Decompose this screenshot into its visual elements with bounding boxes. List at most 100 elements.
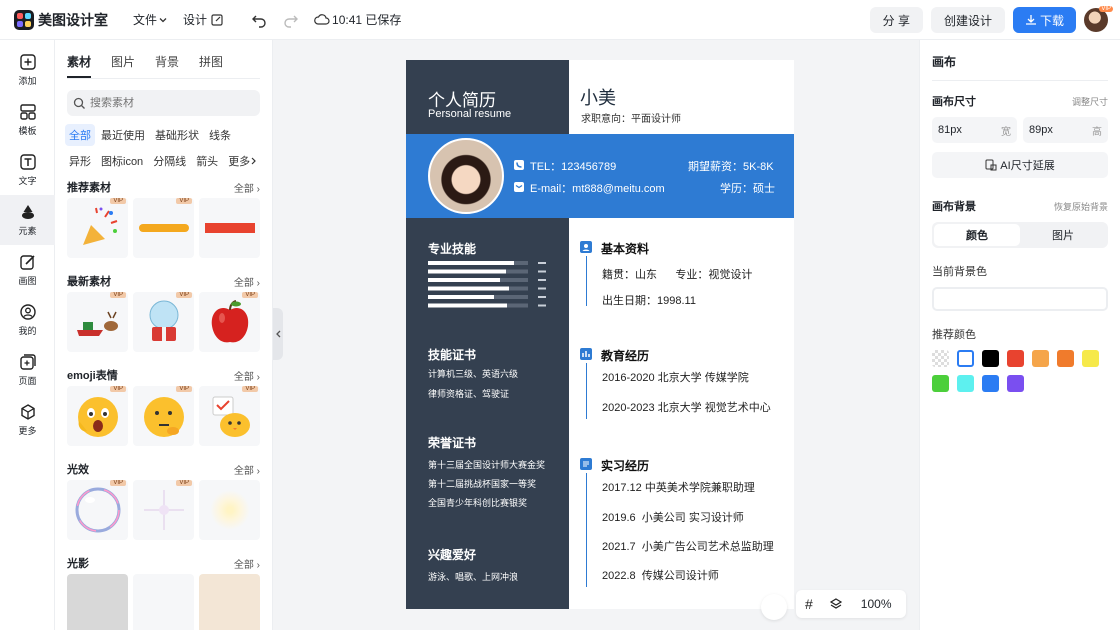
see-all-link[interactable]: 全部 › xyxy=(234,462,260,477)
asset-shadow-3[interactable] xyxy=(199,574,260,630)
see-all-link[interactable]: 全部 › xyxy=(234,556,260,571)
chip-basic-shapes[interactable]: 基础形状 xyxy=(151,124,203,146)
user-avatar[interactable]: VIP xyxy=(1084,6,1113,32)
resume-salary: 期望薪资：5K-8K xyxy=(688,161,774,173)
reset-bg-link[interactable]: 恢复原始背景 xyxy=(1054,200,1108,213)
tab-collage[interactable]: 拼图 xyxy=(199,53,223,78)
asset-emoji-shocked[interactable]: VIP xyxy=(67,386,128,446)
properties-panel: 画布 画布尺寸 调整尺寸 81px 宽 89px 高 AI尺寸延展 画布背景 恢… xyxy=(919,40,1120,630)
rail-item-mine[interactable]: 我的 xyxy=(0,295,55,345)
basic-title: 基本资料 xyxy=(601,242,650,256)
rail-item-add[interactable]: 添加 xyxy=(0,45,55,95)
rail-item-more[interactable]: 更多 xyxy=(0,395,55,445)
edu-title: 教育经历 xyxy=(601,349,650,363)
rail-item-template[interactable]: 模板 xyxy=(0,95,55,145)
color-swatch[interactable] xyxy=(957,375,974,392)
color-swatch[interactable] xyxy=(1007,350,1024,367)
asset-shadow-1[interactable] xyxy=(67,574,128,630)
ai-extend-button[interactable]: AI尺寸延展 xyxy=(932,152,1108,178)
intern-line: 2021.7 小美广告公司艺术总监助理 xyxy=(602,541,774,553)
color-swatch[interactable] xyxy=(932,375,949,392)
design-menu[interactable]: 设计 xyxy=(183,11,224,28)
canvas-bg-label: 画布背景 xyxy=(932,201,976,213)
asset-reindeer-sleigh[interactable]: VIP xyxy=(67,292,128,352)
rail-item-draw[interactable]: 画图 xyxy=(0,245,55,295)
see-all-label: 全部 xyxy=(233,371,254,383)
asset-yellow-stroke[interactable]: VIP xyxy=(133,198,194,258)
rail-item-text[interactable]: 文字 xyxy=(0,145,55,195)
color-swatch[interactable] xyxy=(982,375,999,392)
color-swatch[interactable] xyxy=(957,350,974,367)
height-field[interactable]: 89px 高 xyxy=(1023,117,1108,143)
asset-bubble[interactable]: VIP xyxy=(67,480,128,540)
chip-lines[interactable]: 线条 xyxy=(205,124,235,146)
tab-materials[interactable]: 素材 xyxy=(67,53,92,78)
see-all-link[interactable]: 全部 › xyxy=(234,274,260,289)
chick-emoji-icon xyxy=(212,396,250,437)
asset-sparkle[interactable]: VIP xyxy=(133,480,194,540)
skill-tick xyxy=(538,304,546,307)
file-menu[interactable]: 文件 xyxy=(133,11,169,28)
chip-irregular[interactable]: 异形 xyxy=(65,150,95,172)
asset-apple[interactable]: VIP xyxy=(199,292,260,352)
search-box[interactable] xyxy=(67,90,260,116)
color-swatch[interactable] xyxy=(1057,350,1074,367)
hobby-line: 游泳、唱歌、上网冲浪 xyxy=(428,572,519,582)
chip-recent[interactable]: 最近使用 xyxy=(97,124,149,146)
skill-bar xyxy=(428,269,506,274)
rail-item-element[interactable]: 元素 xyxy=(0,195,55,245)
chevron-left-icon xyxy=(276,330,281,338)
resume-name: 小美 xyxy=(580,88,616,108)
tab-backgrounds[interactable]: 背景 xyxy=(155,53,179,78)
redo-icon[interactable] xyxy=(282,11,300,29)
download-button[interactable]: 下载 xyxy=(1012,7,1076,33)
grid-icon[interactable]: # xyxy=(805,596,813,612)
undo-icon[interactable] xyxy=(250,11,268,29)
rail-item-page[interactable]: 页面 xyxy=(0,345,55,395)
see-all-link[interactable]: 全部 › xyxy=(234,368,260,383)
resize-link[interactable]: 调整尺寸 xyxy=(1072,95,1108,108)
width-value: 81px xyxy=(938,124,962,136)
fab-circle[interactable] xyxy=(761,594,787,620)
left-rail: 添加 模板 文字 元素 画图 我的 页面 更多 xyxy=(0,40,55,630)
swatch-transparent[interactable] xyxy=(932,350,949,367)
width-field[interactable]: 81px 宽 xyxy=(932,117,1017,143)
see-all-link[interactable]: 全部 › xyxy=(234,180,260,195)
current-bg-label: 当前背景色 xyxy=(932,266,987,278)
vip-badge: VIP xyxy=(110,386,126,392)
layers-icon[interactable] xyxy=(829,597,843,611)
current-bg-swatch[interactable] xyxy=(932,287,1108,311)
asset-snow-globe[interactable]: VIP xyxy=(133,292,194,352)
bg-mode-color[interactable]: 颜色 xyxy=(934,224,1020,246)
collapse-panel-handle[interactable] xyxy=(273,308,283,360)
asset-red-bar[interactable] xyxy=(199,198,260,258)
edu-line: 2016-2020 北京大学 传媒学院 xyxy=(602,372,749,384)
design-canvas[interactable]: 个人简历 Personal resume 小美 求职意向：平面设计师 TEL：1… xyxy=(406,60,794,609)
color-swatch[interactable] xyxy=(1082,350,1099,367)
color-swatch[interactable] xyxy=(1007,375,1024,392)
color-swatch[interactable] xyxy=(1032,350,1049,367)
color-swatch[interactable] xyxy=(982,350,999,367)
user-icon xyxy=(19,304,36,320)
create-design-button[interactable]: 创建设计 xyxy=(930,7,1005,33)
asset-glow[interactable] xyxy=(199,480,260,540)
app-logo[interactable]: 美图设计室 xyxy=(14,9,108,30)
chip-icons[interactable]: 图标icon xyxy=(97,150,147,172)
canvas-size-label: 画布尺寸 xyxy=(932,96,976,108)
bg-mode-image[interactable]: 图片 xyxy=(1020,224,1106,246)
share-button[interactable]: 分 享 xyxy=(869,7,923,33)
asset-party-popper[interactable]: VIP xyxy=(67,198,128,258)
asset-emoji-chick[interactable]: VIP xyxy=(199,386,260,446)
zoom-level[interactable]: 100% xyxy=(861,597,892,611)
asset-emoji-thinking[interactable]: VIP xyxy=(133,386,194,446)
section-emoji: emoji表情 全部 › VIP VIP VIP xyxy=(67,364,260,446)
chip-arrows[interactable]: 箭头 xyxy=(192,150,222,172)
chip-all[interactable]: 全部 xyxy=(65,124,95,146)
search-input[interactable] xyxy=(90,97,250,109)
vip-badge: VIP xyxy=(242,292,258,298)
chip-more[interactable]: 更多 xyxy=(224,150,262,172)
asset-shadow-2[interactable] xyxy=(133,574,194,630)
chip-dividers[interactable]: 分隔线 xyxy=(149,150,190,172)
page-add-icon xyxy=(19,354,36,370)
tab-images[interactable]: 图片 xyxy=(111,53,135,78)
